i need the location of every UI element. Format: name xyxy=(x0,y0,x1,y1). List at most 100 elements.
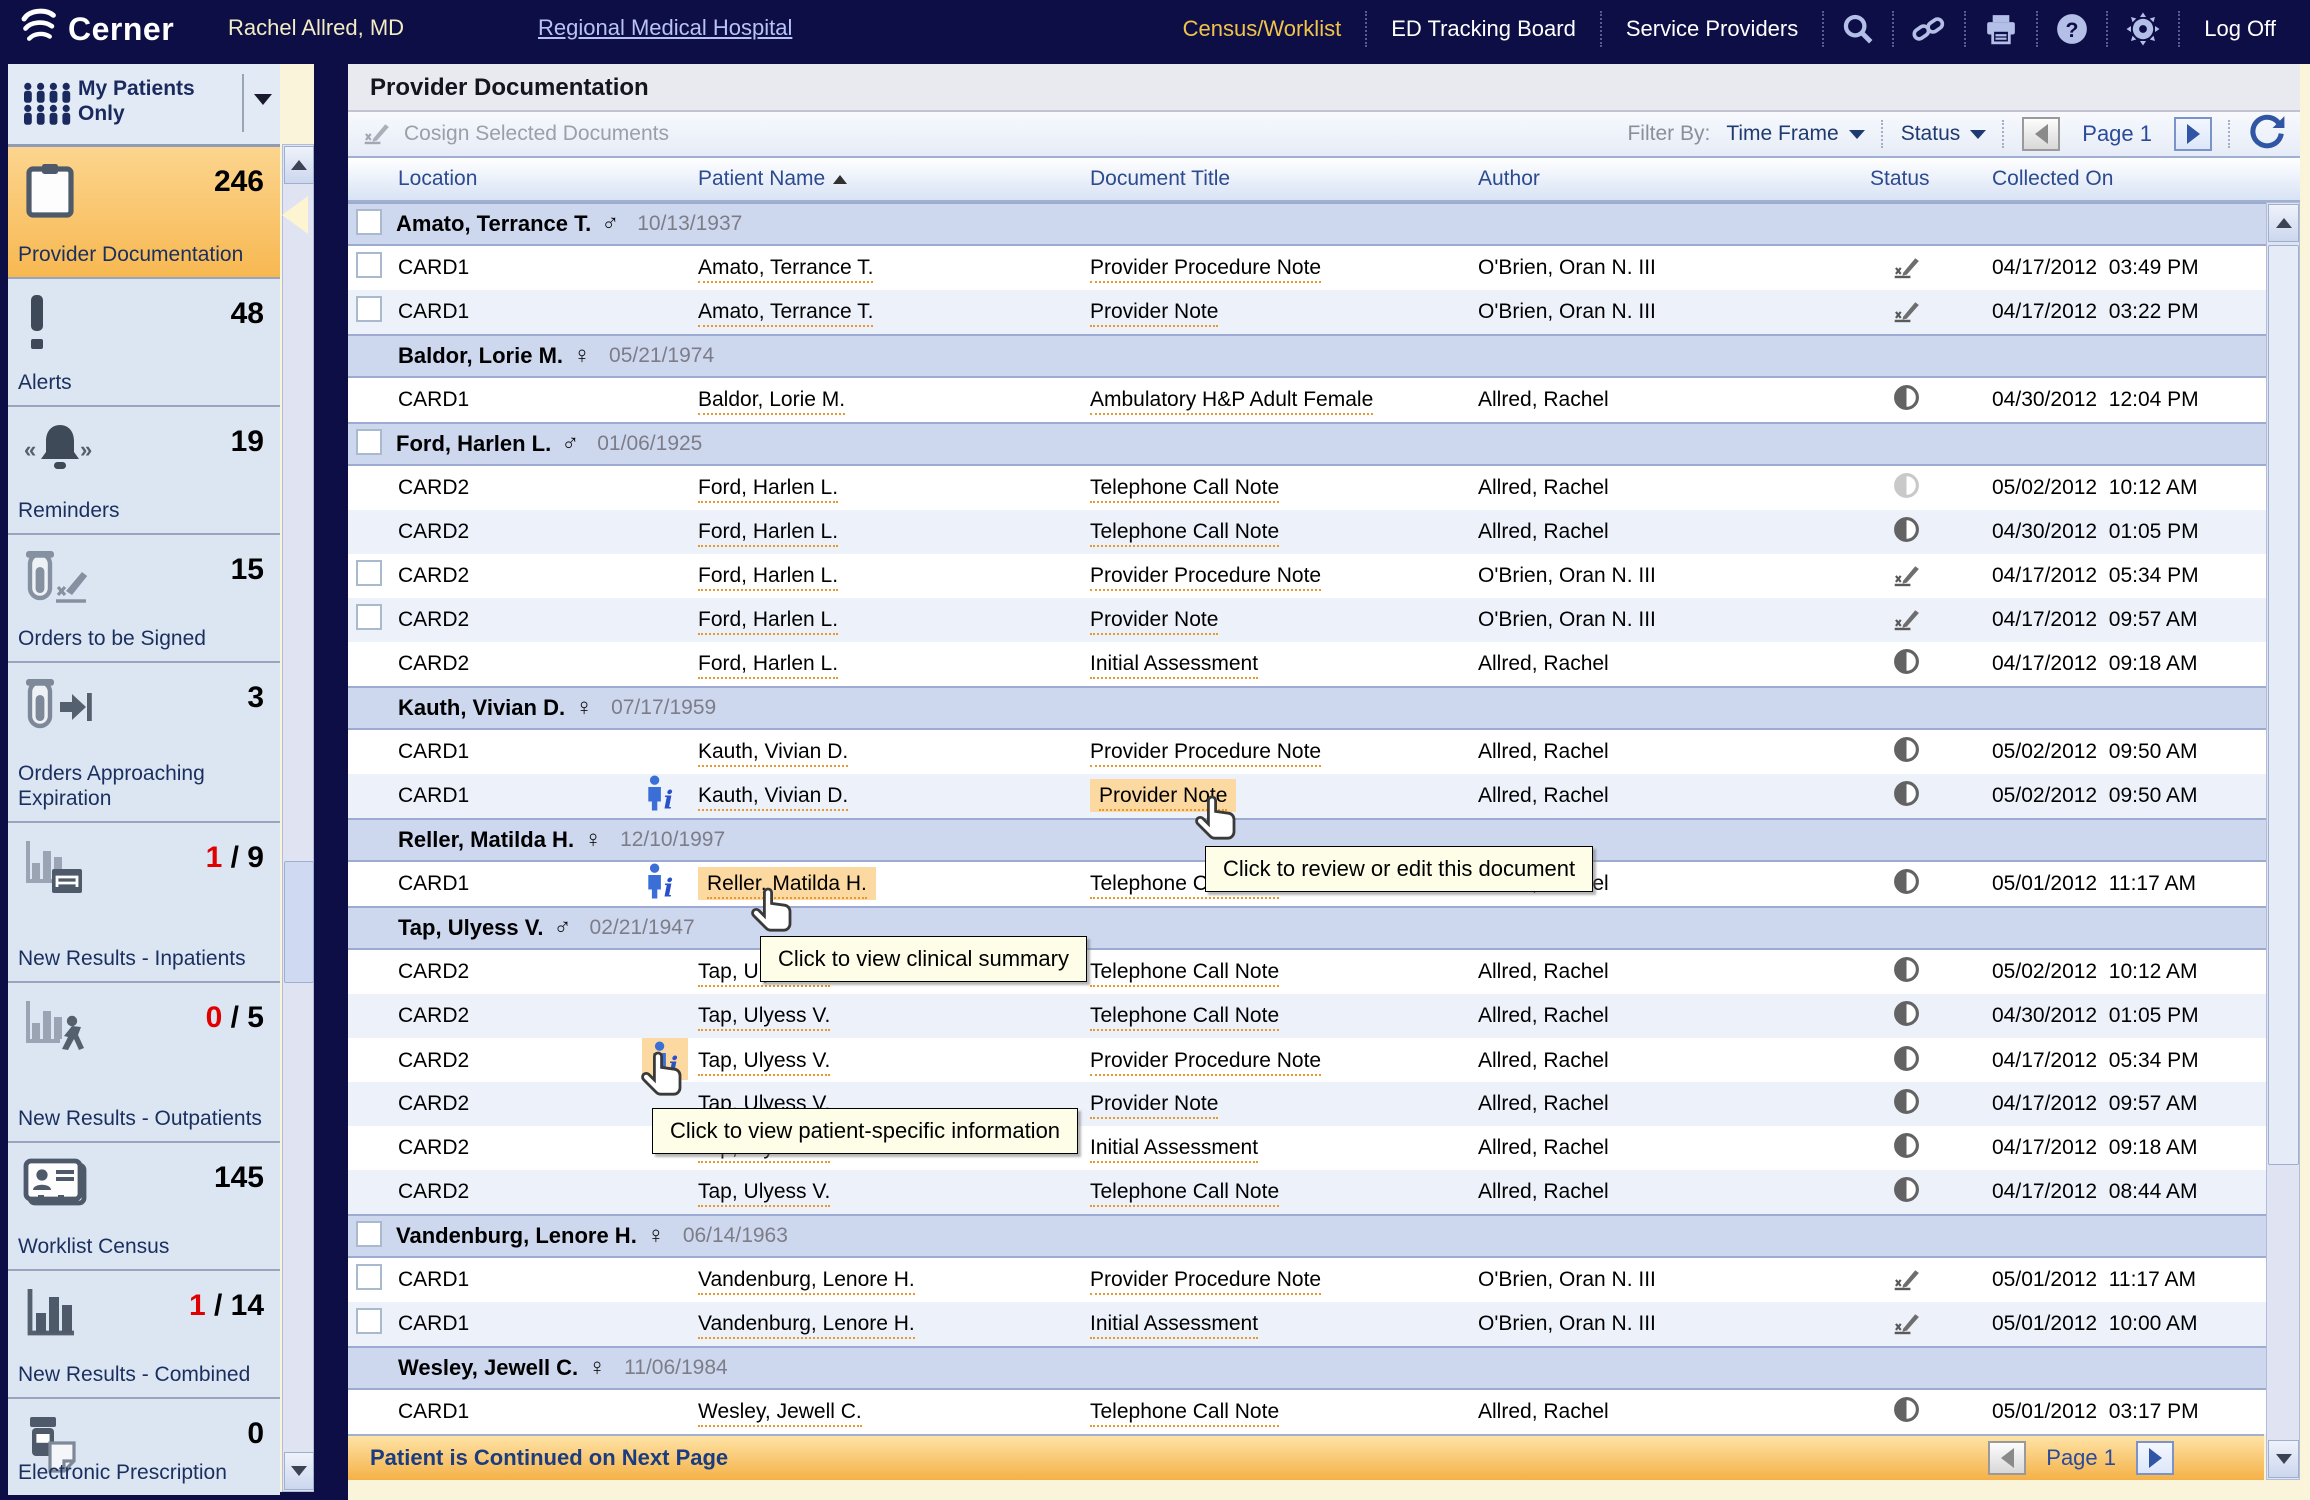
patient-name-link[interactable]: Amato, Terrance T. xyxy=(698,300,873,327)
sidebar-item-new-results-combined[interactable]: 1 / 14New Results - Combined xyxy=(8,1269,280,1397)
document-row[interactable]: CARD2Ford, Harlen L.Telephone Call NoteA… xyxy=(348,466,2300,510)
patient-name-link[interactable]: Reller, Matilda H. xyxy=(707,872,867,899)
next-page-button[interactable] xyxy=(2174,117,2212,151)
patient-name-link[interactable]: Amato, Terrance T. xyxy=(698,256,873,283)
sidebar-scrollbar[interactable] xyxy=(282,144,314,1492)
document-title-link[interactable]: Initial Assessment xyxy=(1090,1312,1258,1339)
column-author[interactable]: Author xyxy=(1478,167,1846,191)
document-row[interactable]: CARD1Vandenburg, Lenore H.Provider Proce… xyxy=(348,1258,2300,1302)
document-row[interactable]: CARD2Tap, Ulyess V.Telephone Call NoteAl… xyxy=(348,950,2300,994)
document-row[interactable]: CARD1Kauth, Vivian D.Provider Procedure … xyxy=(348,730,2300,774)
nav-ed-tracking-board[interactable]: ED Tracking Board xyxy=(1365,11,1600,47)
document-title-link[interactable]: Provider Procedure Note xyxy=(1090,1049,1321,1076)
document-title-link[interactable]: Ambulatory H&P Adult Female xyxy=(1090,388,1373,415)
checkbox[interactable] xyxy=(356,429,382,455)
checkbox[interactable] xyxy=(356,1264,382,1290)
patient-group-row-kauth-vivian-d[interactable]: Kauth, Vivian D.♀07/17/1959 xyxy=(348,686,2300,730)
document-title-link[interactable]: Telephone Call Note xyxy=(1090,1400,1279,1427)
document-title-link[interactable]: Provider Procedure Note xyxy=(1090,740,1321,767)
checkbox[interactable] xyxy=(356,252,382,278)
patient-name-link[interactable]: Tap, Ulyess V. xyxy=(698,1004,830,1031)
sidebar-item-alerts[interactable]: 48Alerts xyxy=(8,277,280,405)
sidebar-item-new-results-inpatients[interactable]: 1 / 9New Results - Inpatients xyxy=(8,821,280,981)
table-scroll-thumb[interactable] xyxy=(2268,245,2299,1165)
cosign-selected-documents-button[interactable]: Cosign Selected Documents xyxy=(362,117,669,151)
previous-page-button[interactable] xyxy=(2022,117,2060,151)
column-status[interactable]: Status xyxy=(1846,167,1986,191)
time-frame-dropdown[interactable]: Time Frame xyxy=(1726,122,1864,146)
document-title-link[interactable]: Provider Note xyxy=(1090,1092,1218,1119)
document-title-link[interactable]: Initial Assessment xyxy=(1090,652,1258,679)
patient-group-row-ford-harlen-l[interactable]: Ford, Harlen L.♂01/06/1925 xyxy=(348,422,2300,466)
document-title-link[interactable]: Telephone Call Note xyxy=(1090,520,1279,547)
patient-info-icon[interactable]: i xyxy=(642,1038,688,1080)
column-location[interactable]: Location xyxy=(394,167,642,191)
patient-info-icon[interactable]: i xyxy=(642,794,678,817)
document-title-link[interactable]: Telephone Call Note xyxy=(1090,1180,1279,1207)
document-row[interactable]: CARD1iKauth, Vivian D.Provider NoteAllre… xyxy=(348,774,2300,818)
document-title-link[interactable]: Provider Procedure Note xyxy=(1090,564,1321,591)
document-row[interactable]: CARD2Ford, Harlen L.Provider NoteO'Brien… xyxy=(348,598,2300,642)
patient-name-link[interactable]: Vandenburg, Lenore H. xyxy=(698,1312,915,1339)
document-title-link[interactable]: Initial Assessment xyxy=(1090,1136,1258,1163)
sidebar-scroll-up-button[interactable] xyxy=(284,146,314,184)
document-row[interactable]: CARD2iTap, Ulyess V.Provider Procedure N… xyxy=(348,1038,2300,1082)
document-row[interactable]: CARD1Amato, Terrance T.Provider NoteO'Br… xyxy=(348,290,2300,334)
gear-icon[interactable] xyxy=(2106,11,2178,47)
patient-name-link[interactable]: Vandenburg, Lenore H. xyxy=(698,1268,915,1295)
document-title-link[interactable]: Telephone Call Note xyxy=(1090,1004,1279,1031)
patient-name-link[interactable]: Baldor, Lorie M. xyxy=(698,388,845,415)
group-checkbox[interactable] xyxy=(356,209,382,240)
patient-name-link[interactable]: Ford, Harlen L. xyxy=(698,652,838,679)
document-row[interactable]: CARD1Vandenburg, Lenore H.Initial Assess… xyxy=(348,1302,2300,1346)
document-title-link[interactable]: Provider Note xyxy=(1099,784,1227,811)
sidebar-scroll-down-button[interactable] xyxy=(284,1452,314,1490)
checkbox[interactable] xyxy=(356,209,382,235)
patient-group-row-wesley-jewell-c[interactable]: Wesley, Jewell C.♀11/06/1984 xyxy=(348,1346,2300,1390)
sidebar-item-electronic-prescription[interactable]: 0Electronic Prescription xyxy=(8,1397,280,1495)
sidebar-item-reminders[interactable]: «»19Reminders xyxy=(8,405,280,533)
sidebar-scroll-thumb[interactable] xyxy=(284,861,314,983)
document-row[interactable]: CARD2Ford, Harlen L.Initial AssessmentAl… xyxy=(348,642,2300,686)
status-dropdown[interactable]: Status xyxy=(1901,122,1987,146)
group-checkbox[interactable] xyxy=(356,1221,382,1252)
checkbox[interactable] xyxy=(356,1308,382,1334)
checkbox[interactable] xyxy=(356,1221,382,1247)
sidebar-item-provider-documentation[interactable]: 246Provider Documentation xyxy=(8,147,280,277)
log-off-button[interactable]: Log Off xyxy=(2178,11,2300,47)
patient-name-link[interactable]: Ford, Harlen L. xyxy=(698,476,838,503)
patient-group-row-baldor-lorie-m[interactable]: Baldor, Lorie M.♀05/21/1974 xyxy=(348,334,2300,378)
document-title-link[interactable]: Provider Note xyxy=(1090,300,1218,327)
patient-name-link[interactable]: Kauth, Vivian D. xyxy=(698,740,848,767)
patient-group-row-amato-terrance-t[interactable]: Amato, Terrance T.♂10/13/1937 xyxy=(348,202,2300,246)
patient-scope-selector[interactable]: My Patients Only xyxy=(8,64,280,147)
search-icon[interactable] xyxy=(1822,11,1892,47)
sidebar-item-worklist-census[interactable]: 145Worklist Census xyxy=(8,1141,280,1269)
refresh-icon[interactable] xyxy=(2248,112,2286,157)
document-title-link[interactable]: Telephone Call Note xyxy=(1090,960,1279,987)
document-row[interactable]: CARD1Baldor, Lorie M.Ambulatory H&P Adul… xyxy=(348,378,2300,422)
patient-group-row-tap-ulyess-v[interactable]: Tap, Ulyess V.♂02/21/1947 xyxy=(348,906,2300,950)
document-title-link[interactable]: Provider Note xyxy=(1090,608,1218,635)
patient-info-icon[interactable]: i xyxy=(642,882,678,905)
patient-group-row-vandenburg-lenore-h[interactable]: Vandenburg, Lenore H.♀06/14/1963 xyxy=(348,1214,2300,1258)
sidebar-item-new-results-outpatients[interactable]: 0 / 5New Results - Outpatients xyxy=(8,981,280,1141)
scope-dropdown-arrow-icon[interactable] xyxy=(254,94,272,105)
table-scroll-down-button[interactable] xyxy=(2268,1440,2299,1478)
patient-name-link[interactable]: Tap, Ulyess V. xyxy=(698,1049,830,1076)
nav-service-providers[interactable]: Service Providers xyxy=(1600,11,1822,47)
patient-name-link[interactable]: Ford, Harlen L. xyxy=(698,608,838,635)
sidebar-item-orders-approaching-expiration[interactable]: 3Orders Approaching Expiration xyxy=(8,661,280,821)
footer-previous-page-button[interactable] xyxy=(1988,1441,2026,1475)
patient-name-link[interactable]: Wesley, Jewell C. xyxy=(698,1400,862,1427)
link-icon[interactable] xyxy=(1892,11,1964,47)
document-row[interactable]: CARD2Tap, Ulyess V.Initial AssessmentAll… xyxy=(348,1126,2300,1170)
patient-name-link[interactable]: Ford, Harlen L. xyxy=(698,520,838,547)
checkbox[interactable] xyxy=(356,560,382,586)
table-scrollbar[interactable] xyxy=(2266,202,2300,1480)
patient-name-link[interactable]: Kauth, Vivian D. xyxy=(698,784,848,811)
document-row[interactable]: CARD1Wesley, Jewell C.Telephone Call Not… xyxy=(348,1390,2300,1434)
document-row[interactable]: CARD2Tap, Ulyess V.Telephone Call NoteAl… xyxy=(348,1170,2300,1214)
document-title-link[interactable]: Telephone Call Note xyxy=(1090,476,1279,503)
document-row[interactable]: CARD1Amato, Terrance T.Provider Procedur… xyxy=(348,246,2300,290)
